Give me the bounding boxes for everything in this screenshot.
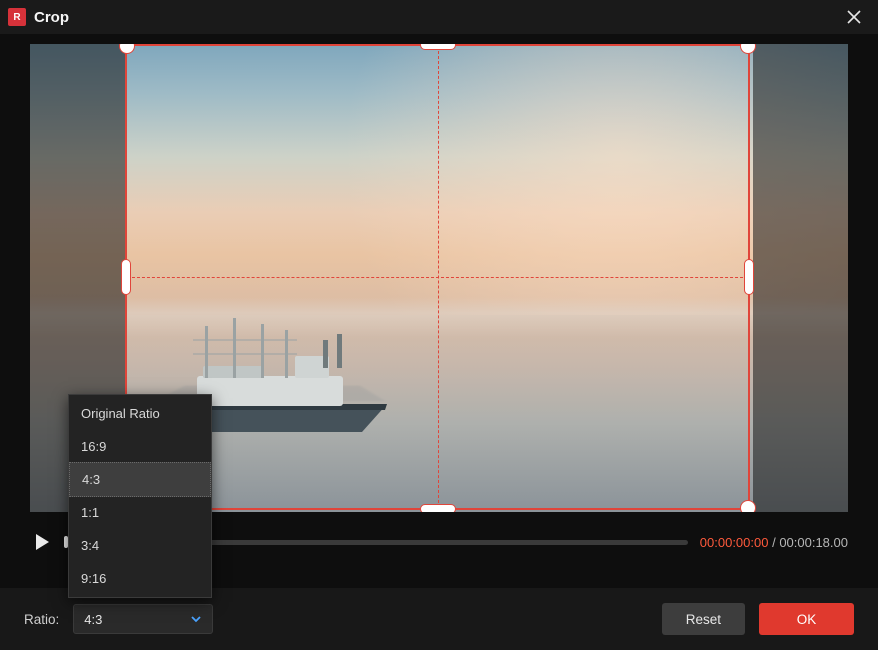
ratio-option[interactable]: 4:3 bbox=[69, 462, 211, 497]
time-separator: / bbox=[768, 535, 779, 550]
window-title: Crop bbox=[34, 9, 69, 26]
duration: 00:00:18.00 bbox=[779, 535, 848, 550]
crop-handle-top[interactable] bbox=[420, 44, 456, 50]
crop-handle-left[interactable] bbox=[121, 259, 131, 295]
time-display: 00:00:00:00 / 00:00:18.00 bbox=[700, 535, 848, 550]
ratio-option[interactable]: 1:1 bbox=[69, 496, 211, 529]
ratio-option[interactable]: 3:4 bbox=[69, 529, 211, 562]
ratio-option[interactable]: Original Ratio bbox=[69, 397, 211, 430]
ok-button[interactable]: OK bbox=[759, 603, 854, 635]
reset-button[interactable]: Reset bbox=[662, 603, 745, 635]
ratio-select-value: 4:3 bbox=[84, 612, 102, 627]
chevron-down-icon bbox=[190, 614, 202, 624]
ratio-option[interactable]: 16:9 bbox=[69, 430, 211, 463]
title-bar: R Crop bbox=[0, 0, 878, 34]
ratio-option[interactable]: 9:16 bbox=[69, 562, 211, 595]
crop-handle-right[interactable] bbox=[744, 259, 754, 295]
ratio-label: Ratio: bbox=[24, 612, 59, 627]
play-button[interactable] bbox=[30, 530, 54, 554]
crop-handle-bottom-right[interactable] bbox=[740, 500, 756, 512]
crop-handle-bottom[interactable] bbox=[420, 504, 456, 512]
ratio-select[interactable]: 4:3 bbox=[73, 604, 213, 634]
ratio-dropdown[interactable]: Original Ratio16:94:31:13:49:16 bbox=[68, 394, 212, 598]
close-button[interactable] bbox=[840, 3, 868, 31]
app-icon: R bbox=[8, 8, 26, 26]
crop-dim-right bbox=[753, 44, 848, 512]
current-time: 00:00:00:00 bbox=[700, 535, 769, 550]
